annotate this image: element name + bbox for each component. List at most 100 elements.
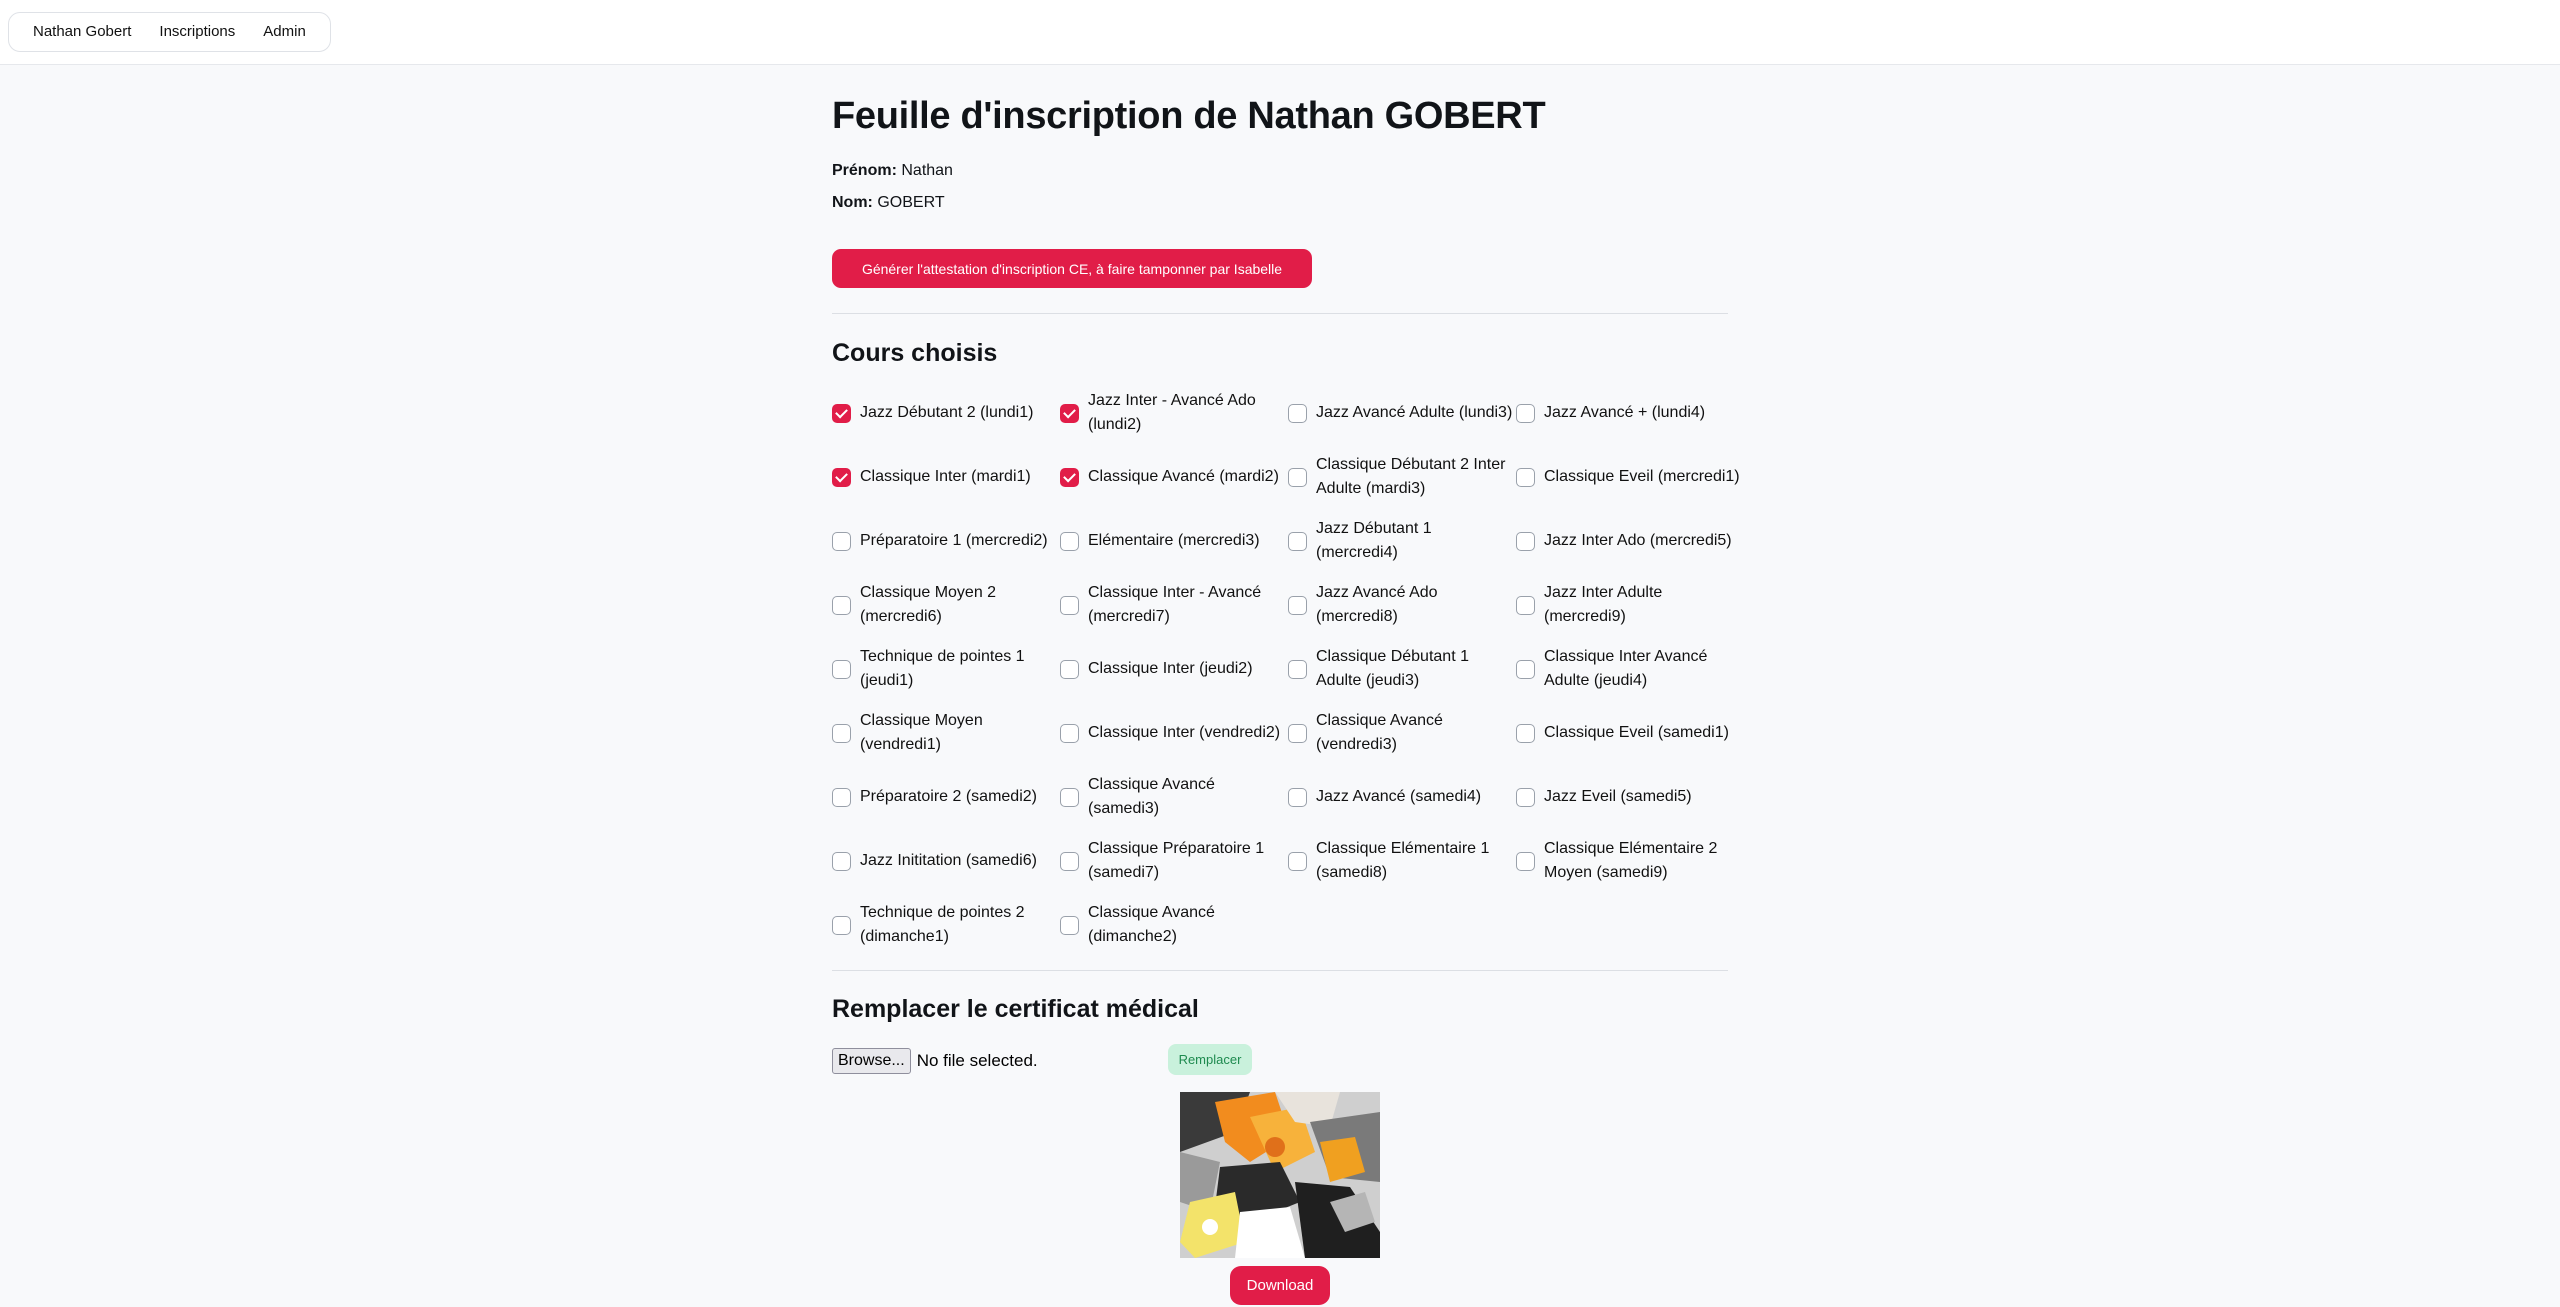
course-option[interactable]: Classique Préparatoire 1 (samedi7) xyxy=(1060,829,1288,893)
course-label: Classique Eveil (mercredi1) xyxy=(1544,468,1740,485)
course-option[interactable]: Classique Moyen 2 (mercredi6) xyxy=(832,573,1060,637)
course-label: Classique Inter (jeudi2) xyxy=(1088,660,1253,677)
course-option[interactable]: Technique de pointes 1 (jeudi1) xyxy=(832,637,1060,701)
course-option[interactable]: Jazz Avancé Adulte (lundi3) xyxy=(1288,381,1516,445)
course-option[interactable]: Classique Inter (jeudi2) xyxy=(1060,637,1288,701)
course-checkbox[interactable] xyxy=(832,787,851,807)
nav-link-profile[interactable]: Nathan Gobert xyxy=(19,12,145,52)
course-option[interactable]: Jazz Inititation (samedi6) xyxy=(832,829,1060,893)
course-label: Classique Inter Avancé Adulte (jeudi4) xyxy=(1544,648,1708,689)
file-status: No file selected. xyxy=(916,1051,1038,1070)
course-checkbox[interactable] xyxy=(832,851,851,871)
course-option[interactable]: Classique Avancé (vendredi3) xyxy=(1288,701,1516,765)
course-label: Classique Elémentaire 1 (samedi8) xyxy=(1316,840,1490,881)
course-label: Jazz Avancé (samedi4) xyxy=(1316,788,1482,805)
course-option[interactable]: Classique Avancé (mardi2) xyxy=(1060,445,1288,509)
course-checkbox[interactable] xyxy=(1060,915,1079,935)
course-checkbox[interactable] xyxy=(1288,595,1307,615)
course-checkbox[interactable] xyxy=(832,595,851,615)
course-label: Jazz Inter - Avancé Ado (lundi2) xyxy=(1088,392,1256,433)
course-checkbox[interactable] xyxy=(832,723,851,743)
course-option[interactable]: Classique Débutant 1 Adulte (jeudi3) xyxy=(1288,637,1516,701)
course-option[interactable]: Technique de pointes 2 (dimanche1) xyxy=(832,893,1060,957)
course-checkbox[interactable] xyxy=(832,531,851,551)
course-checkbox[interactable] xyxy=(1060,659,1079,679)
prenom-row: Prénom: Nathan xyxy=(832,162,953,180)
course-checkbox[interactable] xyxy=(1516,531,1535,551)
generate-attestation-button[interactable]: Générer l'attestation d'inscription CE, … xyxy=(832,249,1312,288)
course-option[interactable]: Classique Elémentaire 2 Moyen (samedi9) xyxy=(1516,829,1744,893)
course-label: Classique Débutant 2 Inter Adulte (mardi… xyxy=(1316,456,1506,497)
course-option[interactable]: Jazz Débutant 1 (mercredi4) xyxy=(1288,509,1516,573)
certificate-heading: Remplacer le certificat médical xyxy=(832,995,1199,1023)
course-checkbox[interactable] xyxy=(1516,851,1535,871)
course-option[interactable]: Préparatoire 2 (samedi2) xyxy=(832,765,1060,829)
browse-button[interactable]: Browse... xyxy=(832,1048,911,1074)
course-option[interactable]: Classique Avancé (samedi3) xyxy=(1060,765,1288,829)
course-checkbox[interactable] xyxy=(1516,595,1535,615)
course-option[interactable]: Préparatoire 1 (mercredi2) xyxy=(832,509,1060,573)
course-label: Jazz Inter Ado (mercredi5) xyxy=(1544,532,1732,549)
course-option[interactable]: Classique Inter Avancé Adulte (jeudi4) xyxy=(1516,637,1744,701)
course-option[interactable]: Classique Elémentaire 1 (samedi8) xyxy=(1288,829,1516,893)
course-option[interactable]: Jazz Avancé (samedi4) xyxy=(1288,765,1516,829)
course-checkbox[interactable] xyxy=(1288,531,1307,551)
course-checkbox[interactable] xyxy=(1060,787,1079,807)
replace-button[interactable]: Remplacer xyxy=(1168,1044,1252,1075)
course-option[interactable]: Classique Eveil (mercredi1) xyxy=(1516,445,1744,509)
course-checkbox[interactable] xyxy=(1516,403,1535,423)
course-checkbox[interactable] xyxy=(1060,467,1079,487)
course-checkbox[interactable] xyxy=(832,403,851,423)
course-label: Classique Avancé (dimanche2) xyxy=(1088,904,1215,945)
course-label: Technique de pointes 2 (dimanche1) xyxy=(860,904,1025,945)
course-label: Classique Avancé (vendredi3) xyxy=(1316,712,1443,753)
course-checkbox[interactable] xyxy=(1060,723,1079,743)
course-label: Jazz Débutant 2 (lundi1) xyxy=(860,404,1034,421)
course-option[interactable]: Jazz Inter Ado (mercredi5) xyxy=(1516,509,1744,573)
course-checkbox[interactable] xyxy=(1516,723,1535,743)
nav-link-admin[interactable]: Admin xyxy=(249,12,320,52)
course-label: Jazz Débutant 1 (mercredi4) xyxy=(1316,520,1432,561)
download-button[interactable]: Download xyxy=(1230,1266,1330,1305)
course-option[interactable]: Jazz Inter - Avancé Ado (lundi2) xyxy=(1060,381,1288,445)
course-option[interactable]: Jazz Avancé Ado (mercredi8) xyxy=(1288,573,1516,637)
course-label: Jazz Inititation (samedi6) xyxy=(860,852,1037,869)
course-label: Classique Inter (mardi1) xyxy=(860,468,1031,485)
course-checkbox[interactable] xyxy=(1060,851,1079,871)
course-checkbox[interactable] xyxy=(1288,467,1307,487)
course-label: Préparatoire 1 (mercredi2) xyxy=(860,532,1048,549)
course-option[interactable]: Classique Inter - Avancé (mercredi7) xyxy=(1060,573,1288,637)
course-label: Préparatoire 2 (samedi2) xyxy=(860,788,1037,805)
course-checkbox[interactable] xyxy=(1516,659,1535,679)
course-option[interactable]: Classique Moyen (vendredi1) xyxy=(832,701,1060,765)
nom-value: GOBERT xyxy=(877,194,945,211)
course-checkbox[interactable] xyxy=(1060,403,1079,423)
course-option[interactable]: Elémentaire (mercredi3) xyxy=(1060,509,1288,573)
course-option[interactable]: Jazz Inter Adulte (mercredi9) xyxy=(1516,573,1744,637)
course-label: Classique Avancé (mardi2) xyxy=(1088,468,1279,485)
course-option[interactable]: Classique Inter (vendredi2) xyxy=(1060,701,1288,765)
course-option[interactable]: Classique Avancé (dimanche2) xyxy=(1060,893,1288,957)
course-option[interactable]: Jazz Débutant 2 (lundi1) xyxy=(832,381,1060,445)
course-checkbox[interactable] xyxy=(1288,851,1307,871)
nav-link-inscriptions[interactable]: Inscriptions xyxy=(145,12,249,52)
course-checkbox[interactable] xyxy=(1288,723,1307,743)
course-checkbox[interactable] xyxy=(1060,595,1079,615)
course-checkbox[interactable] xyxy=(832,467,851,487)
course-option[interactable]: Jazz Eveil (samedi5) xyxy=(1516,765,1744,829)
course-checkbox[interactable] xyxy=(1288,787,1307,807)
course-checkbox[interactable] xyxy=(832,915,851,935)
course-label: Jazz Avancé + (lundi4) xyxy=(1544,404,1706,421)
course-label: Classique Débutant 1 Adulte (jeudi3) xyxy=(1316,648,1469,689)
course-checkbox[interactable] xyxy=(1060,531,1079,551)
course-checkbox[interactable] xyxy=(1288,659,1307,679)
course-checkbox[interactable] xyxy=(1516,787,1535,807)
course-option[interactable]: Classique Eveil (samedi1) xyxy=(1516,701,1744,765)
course-checkbox[interactable] xyxy=(1516,467,1535,487)
course-checkbox[interactable] xyxy=(1288,403,1307,423)
course-option[interactable]: Jazz Avancé + (lundi4) xyxy=(1516,381,1744,445)
course-option[interactable]: Classique Inter (mardi1) xyxy=(832,445,1060,509)
course-checkbox[interactable] xyxy=(832,659,851,679)
top-navbar: Nathan Gobert Inscriptions Admin xyxy=(0,0,2560,65)
course-option[interactable]: Classique Débutant 2 Inter Adulte (mardi… xyxy=(1288,445,1516,509)
